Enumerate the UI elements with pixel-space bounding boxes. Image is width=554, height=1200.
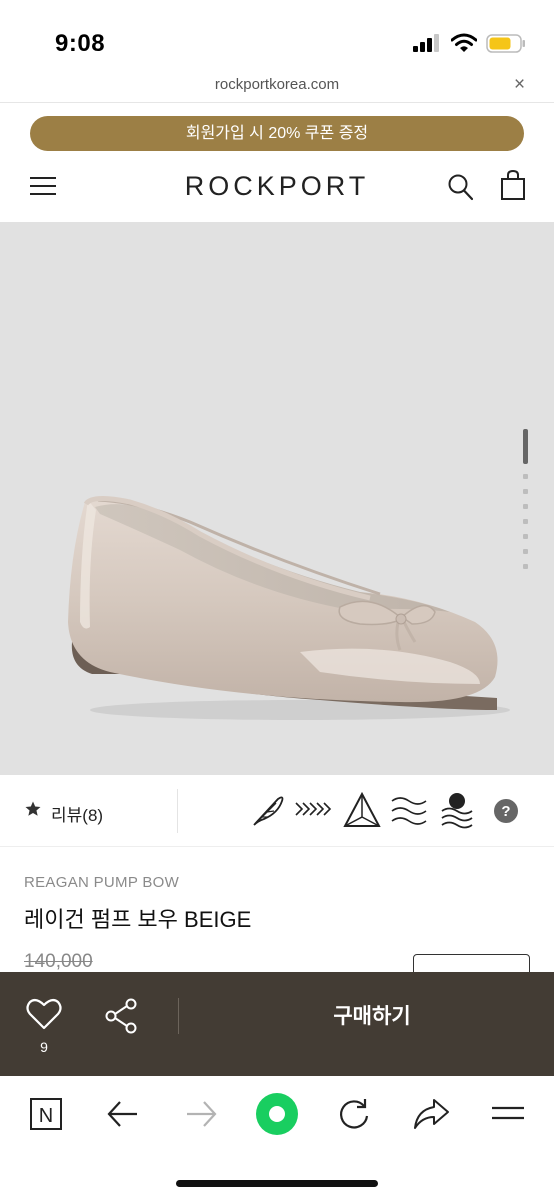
wifi-icon <box>451 33 477 52</box>
pager-dot <box>523 489 528 494</box>
share-icon[interactable] <box>104 998 138 1034</box>
search-icon[interactable] <box>447 173 473 201</box>
chevron-arrows-icon[interactable] <box>294 791 336 829</box>
buy-button[interactable]: 구매하기 <box>190 972 554 1062</box>
battery-icon <box>486 34 525 53</box>
naver-n-glyph: N <box>39 1105 53 1127</box>
url-text[interactable]: rockportkorea.com <box>0 76 554 93</box>
pager-active-indicator <box>523 429 528 464</box>
star-icon <box>25 801 41 816</box>
back-arrow-icon[interactable] <box>105 1096 141 1132</box>
pager-dot <box>523 549 528 554</box>
naver-n-icon[interactable]: N <box>28 1096 64 1132</box>
url-bar[interactable]: rockportkorea.com × <box>0 70 554 103</box>
waves-icon[interactable] <box>390 791 428 829</box>
close-icon[interactable]: × <box>514 74 525 96</box>
forward-arrow-icon[interactable] <box>183 1096 219 1132</box>
product-image <box>68 496 510 720</box>
feather-icon[interactable] <box>248 791 286 829</box>
divider <box>177 789 178 833</box>
review-feature-row: 리뷰(8) ? <box>0 775 554 847</box>
heart-icon[interactable] <box>26 998 62 1030</box>
refresh-icon[interactable] <box>336 1096 372 1132</box>
site-header: ROCKPORT <box>0 160 554 220</box>
menu-lines-icon[interactable] <box>490 1096 526 1132</box>
pager-dot <box>523 474 528 479</box>
water-resistant-icon[interactable] <box>438 791 476 829</box>
pager-dot <box>523 519 528 524</box>
pager-dot <box>523 504 528 509</box>
help-glyph: ? <box>501 803 510 820</box>
gallery-pager <box>522 429 530 569</box>
status-bar: 9:08 <box>0 0 554 70</box>
product-image-gallery[interactable] <box>0 222 554 775</box>
help-icon[interactable]: ? <box>494 799 518 823</box>
cellular-signal-icon <box>413 34 439 52</box>
review-count-link[interactable]: 리뷰(8) <box>51 801 103 826</box>
signup-coupon-banner[interactable]: 회원가입 시 20% 쿠폰 증정 <box>30 116 524 151</box>
shopping-bag-icon[interactable] <box>500 169 526 201</box>
product-subtitle: REAGAN PUMP BOW <box>24 874 180 891</box>
pager-dot <box>523 534 528 539</box>
pager-dot <box>523 564 528 569</box>
original-price: 140,000 <box>24 951 93 972</box>
pyramid-icon[interactable] <box>343 791 381 829</box>
status-time: 9:08 <box>55 30 106 57</box>
green-dot-icon[interactable] <box>255 1092 299 1136</box>
purchase-action-bar: 9 구매하기 <box>0 972 554 1076</box>
home-indicator <box>176 1180 378 1187</box>
browser-toolbar: N <box>0 1076 554 1200</box>
wishlist-count: 9 <box>40 1039 48 1055</box>
divider <box>178 998 179 1034</box>
product-title: 레이건 펌프 보우 BEIGE <box>24 907 252 932</box>
share-arrow-icon[interactable] <box>412 1096 450 1132</box>
